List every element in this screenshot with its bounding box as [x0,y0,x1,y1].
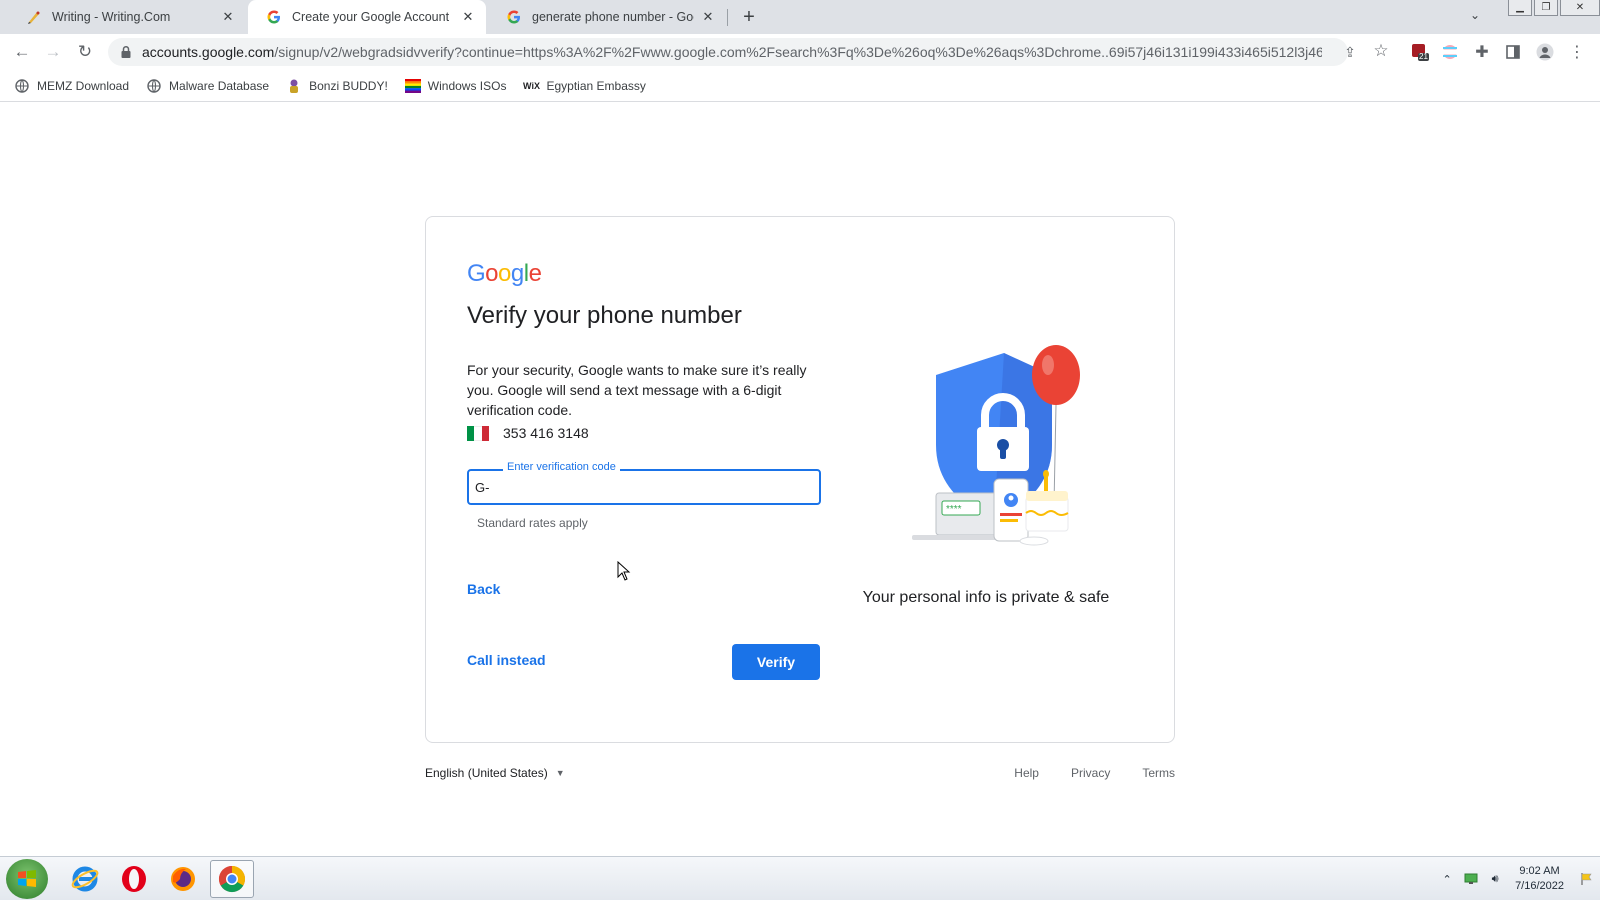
extension-flag-icon[interactable] [1440,42,1460,62]
chrome-icon[interactable] [210,860,254,898]
extension-badge-icon[interactable]: 21 [1410,42,1430,62]
forward-arrow-icon[interactable]: → [43,42,63,62]
close-window-button[interactable]: ✕ [1560,0,1600,16]
tab-title: Writing - Writing.Com [52,10,171,24]
lock-icon[interactable] [120,45,134,59]
start-button[interactable] [6,859,48,899]
privacy-caption: Your personal info is private & safe [862,589,1110,606]
internet-explorer-icon[interactable] [63,860,107,898]
globe-icon [14,78,30,94]
url-host: accounts.google.com [142,44,275,60]
bookmark-label: Windows ISOs [427,78,507,93]
standard-rates-hint: Standard rates apply [477,516,588,530]
signup-card: Google Verify your phone number For your… [425,216,1175,743]
close-tab-icon[interactable]: ✕ [700,9,716,25]
google-logo: Google [467,260,542,287]
phone-number: 353 416 3148 [503,425,589,441]
privacy-shield-illustration: **** [884,345,1084,563]
bookmark-windows-isos[interactable]: Windows ISOs [404,78,507,94]
language-label: English (United States) [425,766,548,780]
privacy-link[interactable]: Privacy [1071,766,1110,780]
help-link[interactable]: Help [1014,766,1039,780]
bookmarks-bar: MEMZ Download Malware Database Bonzi BUD… [0,70,1600,102]
bookmark-memz-download[interactable]: MEMZ Download [14,78,129,94]
window-controls: ▁ ❐ ✕ [1506,0,1600,18]
extensions-puzzle-icon[interactable]: ✚ [1472,42,1492,62]
verification-description: For your security, Google wants to make … [467,362,807,418]
verify-button[interactable]: Verify [732,644,820,680]
action-center-flag-icon[interactable] [1578,871,1594,887]
profile-avatar-icon[interactable] [1535,42,1555,62]
tab-title: generate phone number - Googl [532,10,694,24]
url-path: /signup/v2/webgradsidvverify?continue=ht… [274,44,1322,60]
windows-taskbar: ⌃ 🔊︎ 9:02 AM 7/16/2022 [0,856,1600,900]
bookmark-label: Malware Database [169,78,270,93]
bookmark-label: Bonzi BUDDY! [309,78,388,93]
writing-com-icon [26,9,42,25]
more-menu-icon[interactable]: ⋮ [1567,42,1587,62]
rainbow-icon [404,78,421,94]
tab-writing-com[interactable]: Writing - Writing.Com ✕ [8,0,246,34]
tab-strip: Writing - Writing.Com ✕ Create your Goog… [0,0,1600,34]
system-clock[interactable]: 9:02 AM 7/16/2022 [1515,864,1564,894]
svg-text:****: **** [946,504,962,515]
page-title: Verify your phone number [467,302,742,329]
show-hidden-icons-icon[interactable]: ⌃ [1439,871,1455,887]
back-link[interactable]: Back [467,581,500,597]
address-bar[interactable]: accounts.google.com/signup/v2/webgradsid… [108,38,1348,66]
bookmark-label: MEMZ Download [37,78,130,93]
reload-icon[interactable]: ↻ [75,42,95,62]
clock-time: 9:02 AM [1519,865,1560,877]
extension-badge-count: 21 [1419,52,1428,61]
tab-title: Create your Google Account [292,10,450,24]
footer-links: Help Privacy Terms [982,766,1175,780]
bookmark-egyptian-embassy[interactable]: WiX Egyptian Embassy [523,78,646,94]
bonzi-icon [286,78,302,94]
dropdown-caret-icon: ▼ [555,768,565,778]
bookmark-star-icon[interactable]: ☆ [1372,41,1390,60]
restore-button[interactable]: ❐ [1534,0,1558,16]
bookmark-malware-database[interactable]: Malware Database [146,78,269,94]
volume-icon[interactable]: 🔊︎ [1487,871,1503,887]
opera-icon[interactable] [112,860,156,898]
italy-flag-icon [467,425,489,441]
share-icon[interactable]: ⇪ [1341,43,1359,61]
call-instead-link[interactable]: Call instead [467,652,546,668]
network-icon[interactable] [1463,871,1479,887]
mouse-cursor-icon [617,560,631,581]
close-tab-icon[interactable]: ✕ [220,9,236,25]
wix-icon: WiX [523,80,540,91]
page-footer: English (United States) ▼ Help Privacy T… [425,766,1175,786]
minimize-button[interactable]: ▁ [1508,0,1532,16]
system-tray: ⌃ 🔊︎ 9:02 AM 7/16/2022 [1435,857,1600,900]
bookmark-label: Egyptian Embassy [546,78,646,93]
close-tab-icon[interactable]: ✕ [460,9,476,25]
new-tab-button[interactable]: + [738,6,760,28]
google-icon [506,9,522,25]
terms-link[interactable]: Terms [1142,766,1175,780]
verification-code-input[interactable] [475,477,805,497]
back-arrow-icon[interactable]: ← [12,42,32,62]
firefox-icon[interactable] [161,860,205,898]
tab-search-chevron-icon[interactable]: ⌄ [1470,8,1480,22]
url-text: accounts.google.com/signup/v2/webgradsid… [142,44,1322,60]
bookmark-bonzi-buddy[interactable]: Bonzi BUDDY! [286,78,388,94]
side-panel-icon[interactable] [1503,42,1523,62]
tab-separator [727,9,728,26]
clock-date: 7/16/2022 [1515,880,1564,892]
browser-toolbar: ← → ↻ accounts.google.com/signup/v2/webg… [0,34,1600,70]
tab-create-google-account[interactable]: Create your Google Account ✕ [248,0,486,34]
language-selector[interactable]: English (United States) ▼ [425,766,565,780]
tab-generate-phone-number[interactable]: generate phone number - Googl ✕ [488,0,726,34]
verification-code-label: Enter verification code [503,461,620,473]
verification-code-field: Enter verification code [467,461,821,505]
globe-icon [146,78,162,94]
google-icon [266,9,282,25]
phone-number-row: 353 416 3148 [467,425,589,441]
